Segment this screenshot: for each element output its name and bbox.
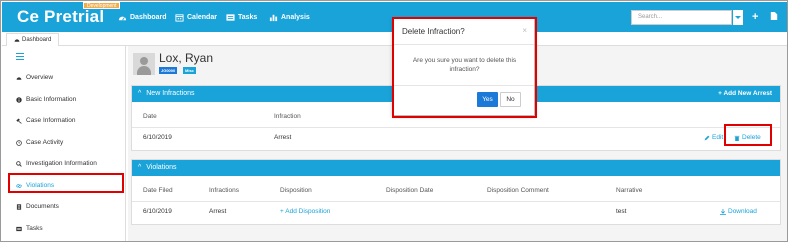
nav-calendar[interactable]: Calendar <box>175 13 217 22</box>
infraction-type: Arrest <box>274 134 292 141</box>
add-new-arrest-button[interactable]: + Add New Arrest <box>718 86 772 102</box>
person-tag-misc: Misc <box>183 67 196 74</box>
column-header-disposition: Disposition <box>280 187 312 194</box>
violation-infractions: Arrest <box>209 208 227 215</box>
column-header-infraction: Infraction <box>274 113 301 120</box>
add-disposition-link[interactable]: + Add Disposition <box>280 208 330 215</box>
tasks-icon <box>16 226 22 231</box>
brand-logo[interactable]: Ce Pretrial <box>17 7 104 27</box>
chevron-up-icon[interactable]: ^ <box>138 160 141 176</box>
nav-dashboard-label: Dashboard <box>130 14 167 21</box>
download-button[interactable]: Download <box>720 208 757 215</box>
chevron-up-icon[interactable]: ^ <box>138 86 141 102</box>
sidebar: Overview Basic Information Case Informat… <box>2 46 126 241</box>
sidebar-item-label: Basic Information <box>26 96 77 103</box>
violations-panel-title: Violations <box>146 164 177 171</box>
divider <box>132 201 780 202</box>
overview-icon <box>16 76 22 80</box>
nav-analysis-label: Analysis <box>281 14 310 21</box>
violations-highlight-box <box>8 173 124 193</box>
column-header-disposition-comment: Disposition Comment <box>487 187 549 194</box>
clock-icon <box>16 139 22 146</box>
chart-icon <box>269 14 278 22</box>
sidebar-item-tasks[interactable]: Tasks <box>16 225 43 232</box>
dashboard-icon <box>14 39 20 42</box>
modal-highlight-box <box>392 17 537 118</box>
calendar-icon <box>175 14 184 22</box>
sidebar-item-label: Documents <box>26 203 59 210</box>
column-header-infractions: Infractions <box>209 187 239 194</box>
delete-highlight-box <box>724 124 772 146</box>
column-header-date-filed: Date Filed <box>143 187 173 194</box>
person-tag-id: JG0000 <box>159 67 178 74</box>
gavel-icon <box>16 118 22 124</box>
add-icon[interactable]: + <box>752 11 758 23</box>
sidebar-item-label: Case Information <box>26 117 76 124</box>
search-input[interactable]: Search... <box>631 10 732 25</box>
nav-dashboard[interactable]: Dashboard <box>118 13 167 22</box>
infractions-panel-title: New Infractions <box>146 90 195 97</box>
nav-tasks[interactable]: Tasks <box>226 13 257 22</box>
edit-button[interactable]: Edit <box>704 134 723 141</box>
app-frame: Ce Pretrial Development Dashboard Calend… <box>0 0 788 242</box>
sidebar-item-case-activity[interactable]: Case Activity <box>16 139 63 146</box>
divider <box>132 127 780 128</box>
add-disposition-label: Add Disposition <box>285 208 331 215</box>
sidebar-item-overview[interactable]: Overview <box>16 74 53 81</box>
column-header-disposition-date: Disposition Date <box>386 187 434 194</box>
search-icon <box>16 160 22 167</box>
sidebar-item-label: Case Activity <box>26 139 64 146</box>
infraction-date: 6/10/2019 <box>143 134 172 141</box>
search-dropdown-button[interactable] <box>733 10 743 25</box>
info-icon <box>16 96 22 103</box>
download-label: Download <box>728 208 757 215</box>
sidebar-item-label: Investigation Information <box>26 160 97 167</box>
tab-dashboard[interactable]: Dashboard <box>6 33 60 46</box>
sidebar-item-label: Overview <box>26 74 54 81</box>
avatar <box>133 53 155 75</box>
tab-dashboard-label: Dashboard <box>22 37 52 43</box>
nav-calendar-label: Calendar <box>187 14 217 21</box>
dashboard-icon <box>118 16 127 21</box>
violations-panel-header[interactable]: ^ Violations <box>132 160 780 176</box>
nav-analysis[interactable]: Analysis <box>269 13 310 22</box>
tasks-icon <box>226 14 235 21</box>
sidebar-item-case-information[interactable]: Case Information <box>16 117 76 124</box>
violation-date-filed: 6/10/2019 <box>143 208 172 215</box>
sidebar-item-investigation-information[interactable]: Investigation Information <box>16 160 97 167</box>
environment-badge: Development <box>83 2 121 9</box>
document-icon[interactable] <box>770 11 778 24</box>
add-new-arrest-label: Add New Arrest <box>723 90 772 97</box>
pencil-icon <box>704 135 710 140</box>
documents-icon <box>16 203 22 210</box>
violation-narrative: test <box>616 208 627 215</box>
column-header-date: Date <box>143 113 157 120</box>
violations-panel: ^ Violations Date Filed Infractions Disp… <box>131 159 781 225</box>
sidebar-item-label: Tasks <box>26 225 43 232</box>
hamburger-menu-icon[interactable] <box>16 53 24 62</box>
edit-label: Edit <box>712 134 724 141</box>
download-icon <box>720 208 726 215</box>
column-header-narrative: Narrative <box>616 187 643 194</box>
sidebar-item-basic-information[interactable]: Basic Information <box>16 96 76 103</box>
nav-tasks-label: Tasks <box>238 14 258 21</box>
sidebar-item-documents[interactable]: Documents <box>16 203 59 210</box>
person-name: Lox, Ryan <box>159 51 214 65</box>
